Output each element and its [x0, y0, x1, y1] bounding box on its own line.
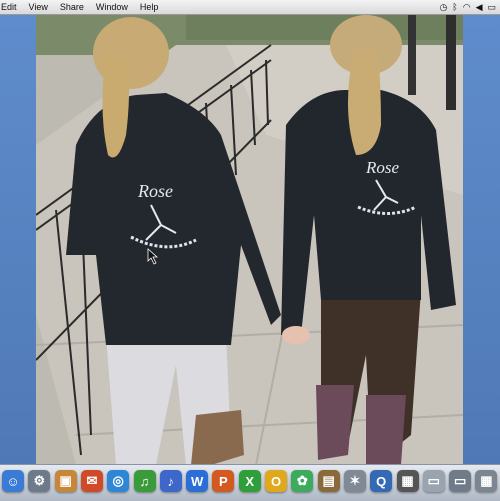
dock: ☺ ⚙ ▣ ✉ ◎ ♫ ♪ W P X O ✿ ▤ ✶ Q ▦ ▭ ▭ ▦ — [0, 464, 500, 501]
pages-icon[interactable]: O — [265, 470, 287, 492]
bluetooth-icon[interactable]: ᛒ — [452, 0, 457, 14]
starfish-icon[interactable]: ✶ — [343, 470, 366, 492]
iphoto-icon[interactable]: ▣ — [54, 470, 77, 492]
menu-bar: Edit View Share Window Help ◷ ᛒ ◠ ◀ ▭ — [0, 0, 500, 15]
battery-icon[interactable]: ▭ — [487, 0, 496, 14]
safari-icon[interactable]: ◎ — [107, 470, 130, 492]
document-icon[interactable]: ▭ — [422, 470, 445, 492]
clock-icon[interactable]: ◷ — [439, 0, 447, 14]
menu-view[interactable]: View — [23, 0, 54, 14]
quicktime-icon[interactable]: Q — [370, 470, 393, 492]
menu-help[interactable]: Help — [134, 0, 165, 14]
garageband-icon[interactable]: ♫ — [133, 470, 156, 492]
menu-share[interactable]: Share — [54, 0, 90, 14]
keynote-icon[interactable]: ✿ — [291, 470, 314, 492]
itunes-icon[interactable]: ♪ — [159, 470, 182, 492]
excel-icon[interactable]: X — [238, 470, 261, 492]
finder-icon[interactable]: ☺ — [2, 470, 24, 492]
screen-icon[interactable]: ▭ — [449, 470, 472, 492]
jacket-logo-text-right: Rose — [365, 158, 400, 177]
status-area: ◷ ᛒ ◠ ◀ ▭ — [439, 0, 496, 14]
volume-icon[interactable]: ◀ — [476, 0, 483, 14]
preview-icon[interactable]: ▦ — [396, 470, 419, 492]
system-preferences-icon[interactable]: ⚙ — [28, 470, 51, 492]
word-icon[interactable]: W — [186, 470, 209, 492]
photo-scene: Rose Rose — [36, 15, 463, 465]
trash-icon[interactable]: ▦ — [475, 470, 498, 492]
wifi-icon[interactable]: ◠ — [463, 0, 471, 14]
photo-image: Rose Rose — [36, 15, 463, 465]
photo-booth-icon[interactable]: ▤ — [317, 470, 340, 492]
menu-window[interactable]: Window — [90, 0, 134, 14]
ichat-icon[interactable]: ✉ — [80, 470, 103, 492]
menu-edit[interactable]: Edit — [0, 0, 23, 14]
jacket-logo-text-left: Rose — [137, 181, 173, 201]
powerpoint-icon[interactable]: P — [212, 470, 235, 492]
